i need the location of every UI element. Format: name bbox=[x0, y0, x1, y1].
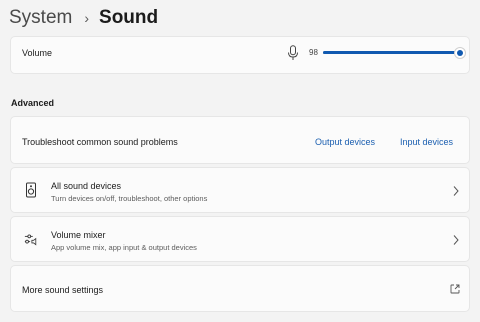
breadcrumb-separator: › bbox=[84, 10, 90, 26]
output-devices-link[interactable]: Output devices bbox=[315, 137, 375, 147]
volume-slider-thumb[interactable] bbox=[454, 47, 467, 59]
chevron-right-icon bbox=[453, 186, 459, 196]
volume-mixer-title: Volume mixer bbox=[51, 230, 106, 240]
troubleshoot-card: Troubleshoot common sound problems Outpu… bbox=[10, 116, 470, 164]
volume-slider[interactable] bbox=[323, 47, 467, 59]
more-sound-settings-row[interactable]: More sound settings bbox=[10, 265, 470, 312]
volume-label: Volume bbox=[22, 48, 53, 58]
open-external-icon bbox=[450, 284, 460, 294]
more-sound-settings-label: More sound settings bbox=[22, 285, 104, 295]
volume-card: Volume 98 bbox=[10, 36, 470, 74]
input-devices-link[interactable]: Input devices bbox=[400, 137, 453, 147]
all-sound-devices-title: All sound devices bbox=[51, 181, 122, 191]
mixer-icon bbox=[24, 234, 37, 246]
advanced-section-title: Advanced bbox=[11, 98, 55, 108]
all-sound-devices-description: Turn devices on/off, troubleshoot, other… bbox=[51, 194, 208, 203]
all-sound-devices-row[interactable]: All sound devices Turn devices on/off, t… bbox=[10, 167, 470, 213]
microphone-icon[interactable] bbox=[287, 45, 299, 61]
volume-mixer-description: App volume mix, app input & output devic… bbox=[51, 243, 197, 252]
volume-slider-fill bbox=[323, 51, 461, 54]
troubleshoot-label: Troubleshoot common sound problems bbox=[22, 137, 178, 147]
volume-value: 98 bbox=[309, 48, 318, 57]
chevron-right-icon bbox=[453, 235, 459, 245]
speaker-device-icon bbox=[26, 182, 36, 198]
volume-mixer-row[interactable]: Volume mixer App volume mix, app input &… bbox=[10, 216, 470, 262]
breadcrumb: System › Sound bbox=[9, 5, 158, 31]
breadcrumb-system-link[interactable]: System bbox=[9, 7, 72, 29]
page-title: Sound bbox=[99, 7, 159, 28]
